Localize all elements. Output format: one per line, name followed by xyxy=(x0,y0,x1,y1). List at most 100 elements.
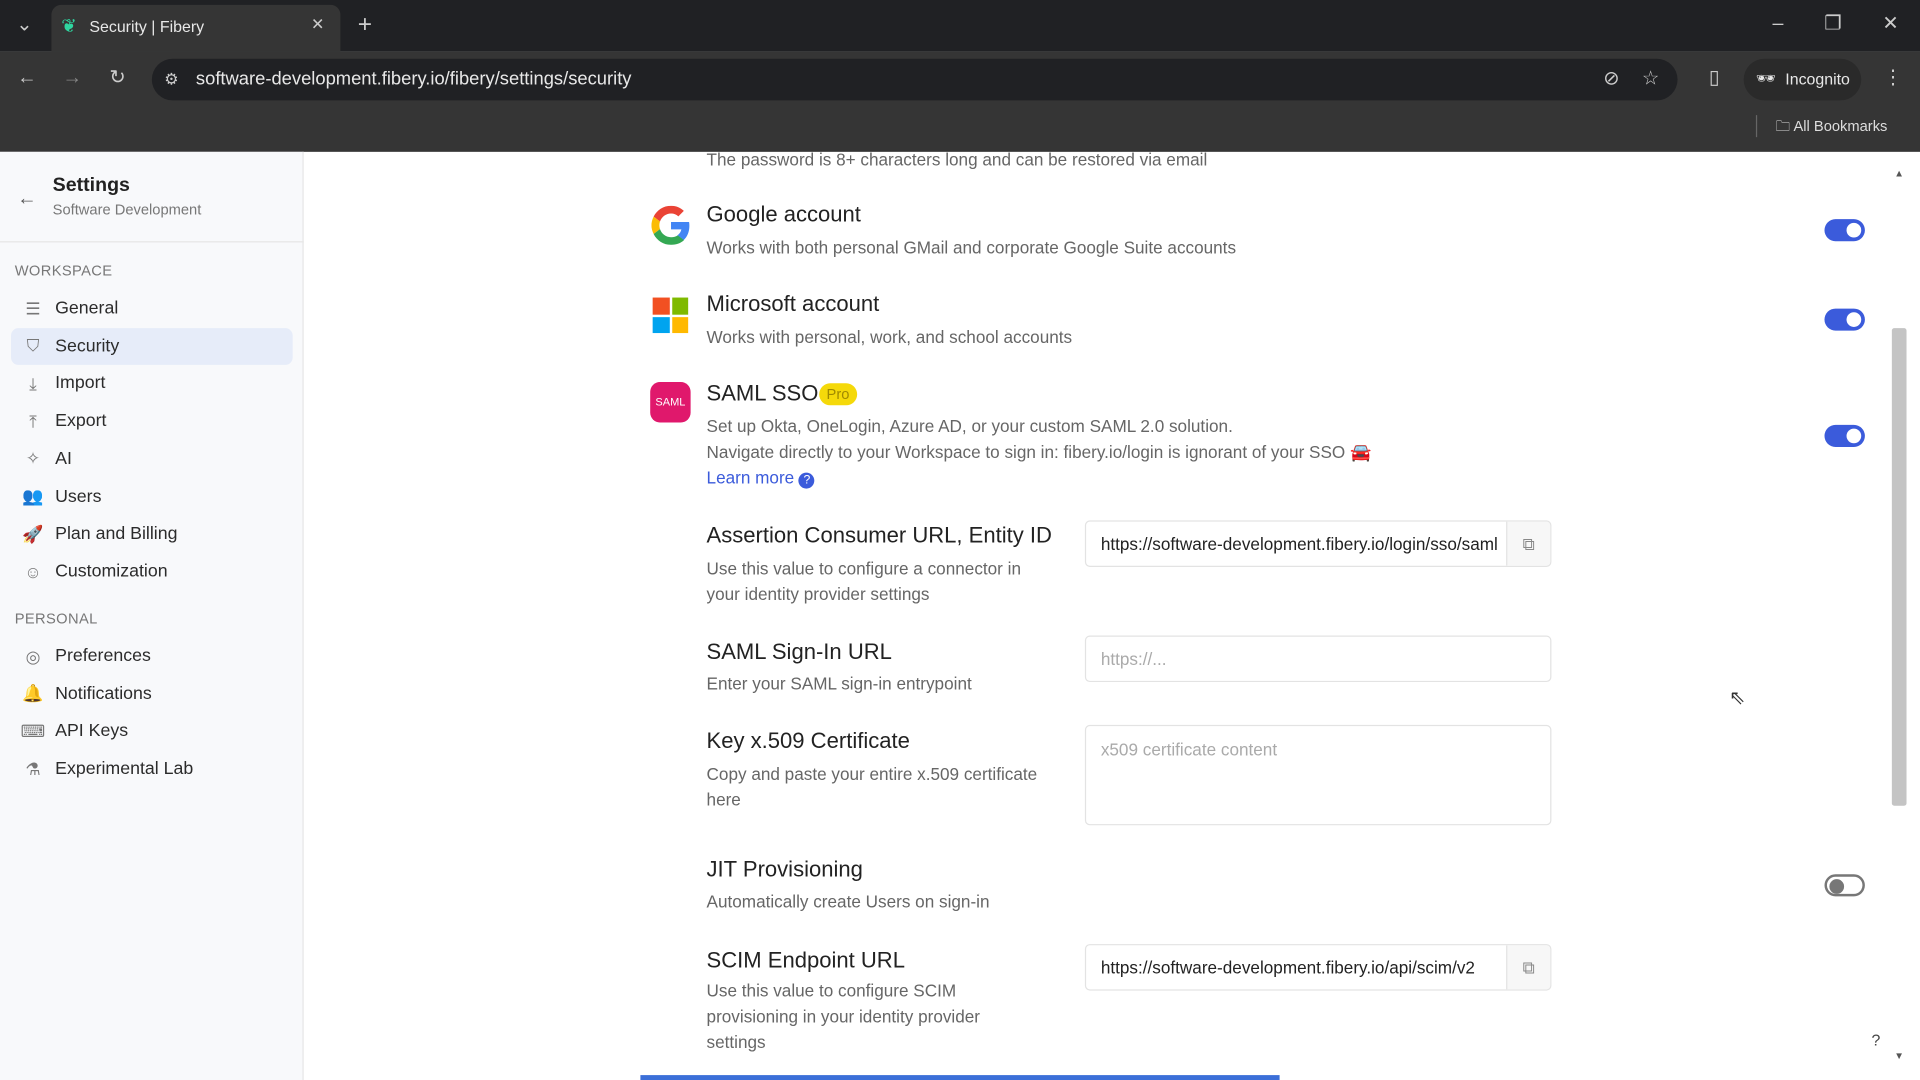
google-description: Works with both personal GMail and corpo… xyxy=(706,237,1237,258)
acs-title: Assertion Consumer URL, Entity ID xyxy=(706,522,1052,548)
progress-bar xyxy=(640,1075,1280,1080)
minimize-icon[interactable]: – xyxy=(1766,12,1790,36)
sidebar-item-customization[interactable]: ☺ Customization xyxy=(11,553,293,590)
learn-more-link[interactable]: Learn more ? xyxy=(707,465,815,491)
sidebar-item-users[interactable]: 👥 Users xyxy=(11,478,293,515)
tab-search-icon[interactable]: ⌄ xyxy=(12,13,36,37)
help-button[interactable]: ? xyxy=(1861,1026,1891,1056)
import-icon: ⤓ xyxy=(29,373,37,393)
browser-tab[interactable]: ❦ Security | Fibery ✕ xyxy=(51,4,341,52)
sidebar-item-ai[interactable]: ✧ AI xyxy=(11,441,293,478)
signin-description: Enter your SAML sign-in entrypoint xyxy=(706,673,972,694)
cert-placeholder: x509 certificate content xyxy=(1100,739,1278,760)
close-tab-icon[interactable]: ✕ xyxy=(311,15,324,35)
sidebar-item-label: Import xyxy=(55,373,106,394)
acs-url-field[interactable]: https://software-development.fibery.io/l… xyxy=(1084,520,1552,567)
scim-url-value: https://software-development.fibery.io/a… xyxy=(1100,957,1475,978)
sidebar-item-label: Plan and Billing xyxy=(55,524,178,544)
site-info-icon[interactable]: ⚙ xyxy=(159,67,183,91)
flask-icon: ⚗ xyxy=(25,758,41,779)
forward-icon[interactable]: → xyxy=(60,66,84,90)
mouse-cursor-icon: ⇖ xyxy=(1728,688,1746,709)
signin-placeholder: https://... xyxy=(1100,648,1167,669)
learn-more-label: Learn more xyxy=(706,467,795,488)
eye-off-icon[interactable]: ⊘ xyxy=(1599,67,1623,91)
divider xyxy=(0,241,304,243)
acs-description: Use this value to configure a connector … xyxy=(706,558,1021,604)
browser-window: ⌄ ❦ Security | Fibery ✕ + – ❐ ✕ ← → ↻ ⚙ … xyxy=(0,0,1920,1080)
new-tab-icon[interactable]: + xyxy=(353,12,377,36)
tab-title: Security | Fibery xyxy=(89,17,205,36)
terminal-icon: ⌨ xyxy=(20,721,46,741)
rocket-icon: 🚀 xyxy=(22,523,44,544)
restore-icon[interactable]: ❐ xyxy=(1821,12,1845,36)
menu-kebab-icon[interactable]: ⋮ xyxy=(1881,66,1905,90)
cert-title: Key x.509 Certificate xyxy=(706,728,910,754)
incognito-button[interactable]: 🕶 Incognito xyxy=(1743,58,1862,101)
scim-url-field[interactable]: https://software-development.fibery.io/a… xyxy=(1084,944,1552,991)
sidebar-item-label: Security xyxy=(55,336,120,356)
saml-title: SAML SSO xyxy=(706,380,819,406)
personal-section-label: PERSONAL xyxy=(14,609,98,627)
export-icon: ⤒ xyxy=(29,410,37,431)
scrollbar-thumb[interactable] xyxy=(1891,328,1907,806)
folder-icon: 🗀 xyxy=(1775,117,1794,135)
sidebar-item-label: General xyxy=(55,298,119,319)
microsoft-toggle[interactable] xyxy=(1824,308,1865,331)
sidebar-item-notifications[interactable]: 🔔 Notifications xyxy=(11,676,293,713)
back-icon[interactable]: ← xyxy=(15,66,39,90)
sidebar-item-general[interactable]: ☰ General xyxy=(11,290,293,327)
google-logo-icon xyxy=(651,205,690,245)
sidebar-item-label: Experimental Lab xyxy=(55,759,194,779)
fibery-logo-icon: ❦ xyxy=(61,15,77,37)
sidebar-item-api-keys[interactable]: ⌨ API Keys xyxy=(11,713,293,750)
sidebar-item-label: AI xyxy=(55,449,72,469)
scroll-up-icon[interactable]: ▲ xyxy=(1894,168,1904,179)
bookmark-star-icon[interactable]: ☆ xyxy=(1638,67,1662,91)
url-text[interactable]: software-development.fibery.io/fibery/se… xyxy=(196,69,632,90)
google-toggle[interactable] xyxy=(1824,219,1865,242)
all-bookmarks-label: All Bookmarks xyxy=(1793,117,1888,135)
acs-url-value: https://software-development.fibery.io/l… xyxy=(1100,533,1498,554)
scrollbar[interactable]: ▲ ▼ xyxy=(1891,164,1908,1070)
copy-icon[interactable]: ⧉ xyxy=(1506,521,1551,566)
password-description: The password is 8+ characters long and c… xyxy=(706,149,1208,169)
jit-title: JIT Provisioning xyxy=(706,857,863,882)
back-arrow-icon[interactable]: ← xyxy=(17,189,37,211)
sliders-icon: ☰ xyxy=(25,298,41,318)
saml-navigate-note: Navigate directly to your Workspace to s… xyxy=(706,442,1372,462)
sidebar-item-preferences[interactable]: ◎ Preferences xyxy=(11,638,293,675)
certificate-textarea[interactable]: x509 certificate content xyxy=(1084,724,1552,826)
side-panel-icon[interactable]: ▯ xyxy=(1702,66,1726,90)
all-bookmarks-button[interactable]: 🗀 All Bookmarks xyxy=(1776,115,1888,141)
saml-toggle[interactable] xyxy=(1824,424,1865,447)
jit-toggle[interactable] xyxy=(1824,874,1865,897)
bell-icon: 🔔 xyxy=(22,683,44,704)
copy-icon[interactable]: ⧉ xyxy=(1506,945,1551,990)
incognito-icon: 🕶 xyxy=(1755,68,1777,87)
signin-title: SAML Sign-In URL xyxy=(706,639,892,664)
scroll-down-icon[interactable]: ▼ xyxy=(1894,1051,1904,1062)
settings-sidebar: ← Settings Software Development WORKSPAC… xyxy=(0,151,304,1080)
scim-title: SCIM Endpoint URL xyxy=(706,947,905,973)
sidebar-item-label: Users xyxy=(55,486,102,507)
shield-icon: ⛉ xyxy=(26,335,40,356)
sidebar-item-import[interactable]: ⤓ Import xyxy=(11,365,293,402)
users-icon: 👥 xyxy=(22,486,44,506)
sidebar-item-label: Customization xyxy=(55,561,168,582)
microsoft-description: Works with personal, work, and school ac… xyxy=(706,326,1073,347)
reload-icon[interactable]: ↻ xyxy=(105,66,129,90)
sidebar-item-experimental-lab[interactable]: ⚗ Experimental Lab xyxy=(11,751,293,788)
address-bar[interactable]: ⚙ software-development.fibery.io/fibery/… xyxy=(151,58,1678,101)
smiley-icon: ☺ xyxy=(24,561,42,582)
sidebar-item-label: Preferences xyxy=(55,646,151,667)
preferences-icon: ◎ xyxy=(25,645,41,666)
saml-signin-url-input[interactable]: https://... xyxy=(1084,635,1552,683)
sidebar-item-plan-and-billing[interactable]: 🚀 Plan and Billing xyxy=(11,516,293,553)
sidebar-item-export[interactable]: ⤒ Export xyxy=(11,403,293,440)
close-window-icon[interactable]: ✕ xyxy=(1878,12,1902,36)
sidebar-item-security[interactable]: ⛉ Security xyxy=(11,327,293,365)
google-title: Google account xyxy=(706,202,861,227)
workspace-name: Software Development xyxy=(52,200,202,218)
tab-strip: ⌄ ❦ Security | Fibery ✕ + – ❐ ✕ xyxy=(0,0,1920,52)
